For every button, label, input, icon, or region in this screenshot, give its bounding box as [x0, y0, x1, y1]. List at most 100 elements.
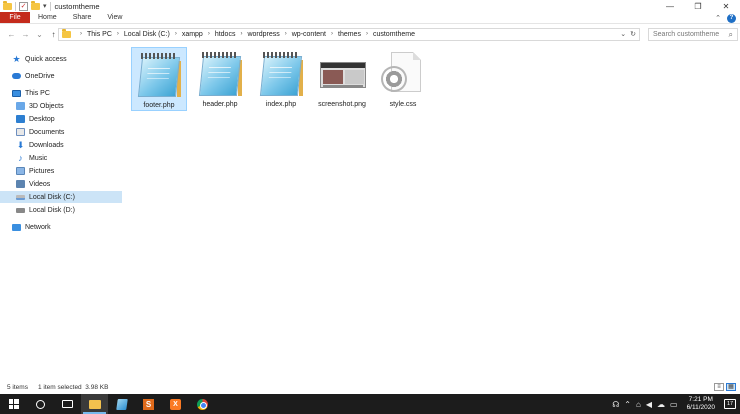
chevron-right-icon[interactable]: ›: [366, 31, 368, 37]
item-count: 5 items: [7, 383, 28, 391]
address-bar[interactable]: › This PC › Local Disk (C:) › xampp › ht…: [58, 27, 640, 41]
file-item[interactable]: style.css: [375, 47, 431, 111]
taskbar-file-explorer[interactable]: [81, 394, 108, 414]
chevron-right-icon[interactable]: ›: [240, 31, 242, 37]
crumb-wordpress[interactable]: wordpress: [247, 31, 279, 38]
crumb-themes[interactable]: themes: [338, 31, 361, 38]
cloud-icon[interactable]: ☁: [657, 400, 665, 409]
chevron-right-icon[interactable]: ›: [331, 31, 333, 37]
file-item[interactable]: header.php: [192, 47, 248, 111]
task-view-button[interactable]: [54, 394, 81, 414]
chevron-right-icon[interactable]: ›: [80, 31, 82, 37]
drive-icon: [16, 207, 25, 213]
close-button[interactable]: ✕: [712, 0, 740, 12]
help-icon[interactable]: ?: [727, 13, 736, 23]
sidebar-item-pictures[interactable]: Pictures: [16, 165, 54, 177]
sidebar-item-documents[interactable]: Documents: [16, 126, 64, 138]
sidebar-item-onedrive[interactable]: OneDrive: [12, 70, 55, 82]
search-input[interactable]: Search customtheme ⌕: [648, 27, 738, 41]
address-actions: ⌄ ↻: [620, 29, 639, 40]
maximize-button[interactable]: ❐: [684, 0, 712, 12]
clock[interactable]: 7:21 PM 6/11/2020: [687, 396, 715, 412]
cortana-button[interactable]: [27, 394, 54, 414]
search-placeholder: Search customtheme: [653, 30, 720, 38]
tab-share[interactable]: Share: [65, 12, 100, 23]
sidebar-item-3d-objects[interactable]: 3D Objects: [16, 100, 64, 112]
breadcrumb: › This PC › Local Disk (C:) › xampp › ht…: [75, 31, 415, 38]
folder-icon: [62, 28, 71, 38]
minimize-button[interactable]: —: [656, 0, 684, 12]
taskbar-notepad[interactable]: [108, 394, 135, 414]
file-item[interactable]: screenshot.png: [314, 47, 370, 111]
notepad-file-icon: [197, 50, 243, 98]
chevron-right-icon[interactable]: ›: [285, 31, 287, 37]
chevron-right-icon[interactable]: ›: [175, 31, 177, 37]
chrome-icon: [197, 398, 208, 410]
crumb-htdocs[interactable]: htdocs: [215, 31, 236, 38]
title-bar: ✓ ▾ customtheme — ❐ ✕: [0, 0, 740, 12]
properties-icon[interactable]: ✓: [19, 1, 28, 11]
refresh-icon[interactable]: ↻: [630, 30, 636, 38]
taskbar-sublime-text[interactable]: S: [135, 394, 162, 414]
sidebar-item-network[interactable]: Network: [12, 221, 51, 233]
status-bar: 5 items 1 item selected 3.98 KB ≡ ▦: [0, 381, 740, 393]
crumb-xampp[interactable]: xampp: [182, 31, 203, 38]
navigation-pane: ★ Quick access OneDrive This PC 3D Objec…: [0, 50, 123, 380]
chevron-up-icon[interactable]: ⌃: [715, 14, 721, 22]
sidebar-item-label: Documents: [29, 128, 65, 136]
new-folder-icon[interactable]: [31, 0, 40, 10]
clock-time: 7:21 PM: [688, 396, 713, 403]
taskbar-xampp[interactable]: X: [162, 394, 189, 414]
download-icon: ⬇: [16, 140, 25, 150]
sidebar-item-videos[interactable]: Videos: [16, 178, 50, 190]
system-tray: ☊ ⌃ ⌂ ◀ ☁ ▭ 7:21 PM 6/11/2020 17: [612, 394, 740, 414]
large-icons-view-icon[interactable]: ▦: [726, 383, 736, 391]
cube-icon: [16, 102, 25, 110]
desktop-icon: [16, 115, 25, 123]
tray-overflow-icon[interactable]: ⌃: [624, 400, 631, 409]
recent-locations-button[interactable]: ⌄: [34, 30, 45, 39]
sidebar-item-this-pc[interactable]: This PC: [12, 87, 50, 99]
sidebar-item-music[interactable]: ♪ Music: [16, 152, 47, 164]
volume-icon[interactable]: ◀: [646, 400, 652, 409]
file-name: index.php: [265, 101, 297, 108]
sidebar-item-quick-access[interactable]: ★ Quick access: [12, 53, 67, 65]
people-icon[interactable]: ☊: [612, 400, 619, 409]
chevron-right-icon[interactable]: ›: [208, 31, 210, 37]
file-item[interactable]: footer.php: [131, 47, 187, 111]
customize-toolbar-icon[interactable]: ▾: [43, 2, 47, 10]
file-item[interactable]: index.php: [253, 47, 309, 111]
sidebar-item-label: Quick access: [25, 55, 67, 63]
sidebar-item-label: Videos: [29, 180, 51, 188]
pictures-icon: [16, 167, 25, 175]
tab-home[interactable]: Home: [30, 12, 65, 23]
crumb-local-disk-c[interactable]: Local Disk (C:): [124, 31, 170, 38]
forward-button[interactable]: →: [20, 30, 31, 39]
crumb-wp-content[interactable]: wp-content: [292, 31, 326, 38]
back-button[interactable]: ←: [6, 30, 17, 39]
ribbon-tabs: File Home Share View ⌃ ?: [0, 12, 740, 24]
chevron-right-icon[interactable]: ›: [117, 31, 119, 37]
window-controls: — ❐ ✕: [656, 0, 740, 12]
sidebar-item-downloads[interactable]: ⬇ Downloads: [16, 139, 64, 151]
sidebar-item-desktop[interactable]: Desktop: [16, 113, 55, 125]
network-icon[interactable]: ⌂: [636, 400, 641, 409]
documents-icon: [16, 128, 25, 136]
notepad-icon: [115, 398, 128, 410]
battery-icon[interactable]: ▭: [670, 400, 678, 409]
address-dropdown-icon[interactable]: ⌄: [620, 30, 626, 38]
details-view-icon[interactable]: ≡: [714, 383, 724, 391]
sidebar-item-label: Pictures: [29, 167, 55, 175]
sidebar-item-local-disk-c[interactable]: Local Disk (C:): [0, 191, 122, 203]
sidebar-item-label: Desktop: [29, 115, 55, 123]
taskbar-chrome[interactable]: [189, 394, 216, 414]
start-button[interactable]: [0, 394, 27, 414]
tab-file[interactable]: File: [0, 12, 30, 23]
window-title: customtheme: [54, 1, 100, 11]
tab-view[interactable]: View: [99, 12, 130, 23]
crumb-customtheme[interactable]: customtheme: [373, 31, 415, 38]
crumb-this-pc[interactable]: This PC: [87, 31, 112, 38]
cloud-icon: [12, 73, 21, 79]
notification-center-icon[interactable]: 17: [724, 399, 736, 409]
sidebar-item-local-disk-d[interactable]: Local Disk (D:): [16, 204, 75, 216]
